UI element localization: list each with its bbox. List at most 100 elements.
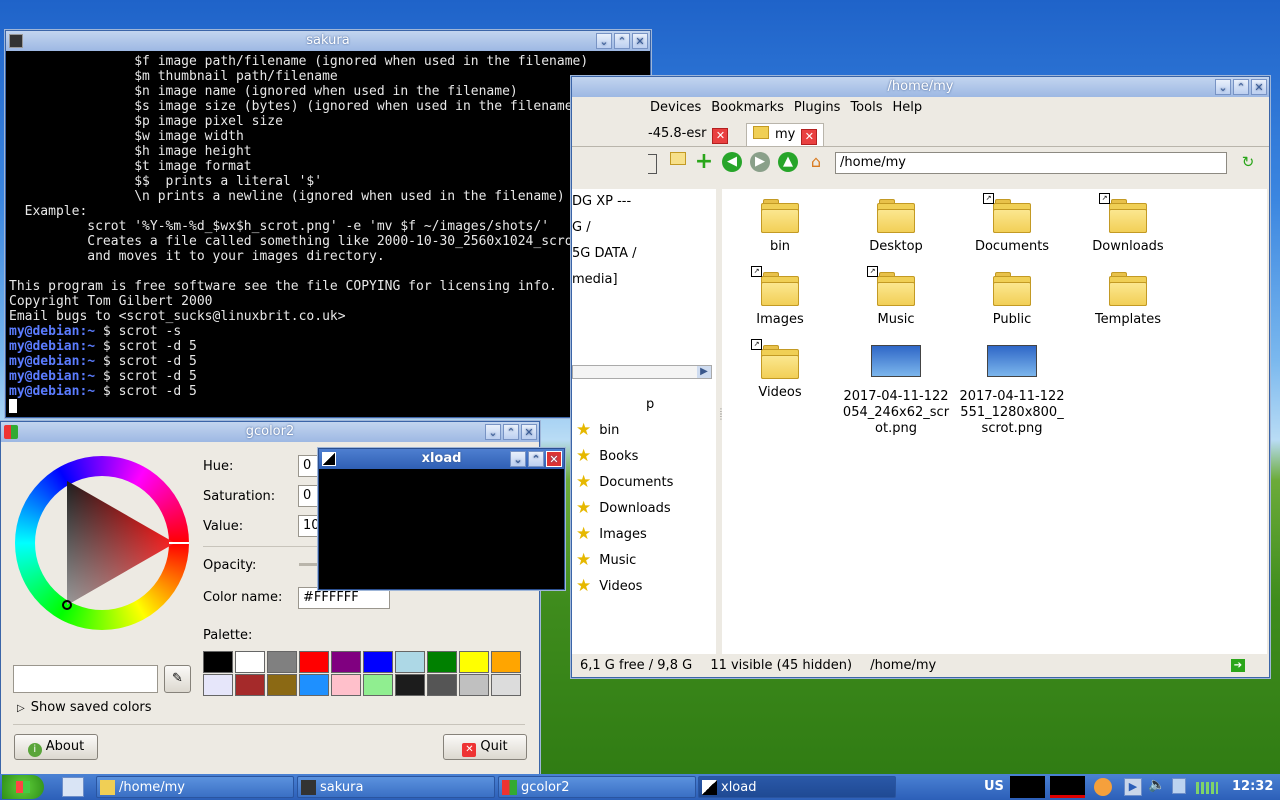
folder-item[interactable]: bin <box>725 199 835 255</box>
palette-swatch[interactable] <box>427 651 457 673</box>
start-button[interactable] <box>2 775 44 799</box>
path-input[interactable]: /home/my <box>835 152 1227 174</box>
palette-swatch[interactable] <box>203 674 233 696</box>
bookmark-videos[interactable]: ★ Videos <box>576 578 642 595</box>
menu-bookmarks[interactable]: Bookmarks <box>711 100 784 120</box>
file-view[interactable]: bin Desktop ↗ Documents ↗ Downloads ↗ Images ↗ Mu… <box>722 189 1267 654</box>
file-item[interactable]: 2017-04-11-122 551_1280x800_ scrot.png <box>957 345 1067 437</box>
tab-my[interactable]: my ✕ <box>746 123 825 146</box>
pane-resize-handle[interactable]: ⋮ ⋮ <box>717 408 725 421</box>
opacity-slider[interactable] <box>299 563 319 566</box>
bookmark-bin[interactable]: ★ bin <box>576 422 619 439</box>
minimize-button[interactable]: ⌄ <box>1215 79 1231 95</box>
add-icon[interactable]: + <box>694 151 714 173</box>
back-icon[interactable]: ◀ <box>722 152 742 172</box>
device-item[interactable]: G / <box>572 220 591 235</box>
volume-icon[interactable]: 🔈 <box>1148 777 1165 793</box>
bookmark-documents[interactable]: ★ Documents <box>576 474 673 491</box>
palette-swatch[interactable] <box>299 674 329 696</box>
bookmark-images[interactable]: ★ Images <box>576 526 647 543</box>
palette-swatch[interactable] <box>459 651 489 673</box>
close-button[interactable]: ✕ <box>632 33 648 49</box>
folder-item[interactable]: Desktop <box>841 199 951 255</box>
close-tab-icon[interactable]: ✕ <box>712 128 729 144</box>
close-tab-icon[interactable]: ✕ <box>801 129 818 145</box>
network-icon[interactable] <box>1172 778 1186 794</box>
terminal-output[interactable]: $f image path/filename (ignored when use… <box>6 52 650 417</box>
xload-titlebar[interactable]: xload ⌄ ⌃ ✕ <box>319 449 564 469</box>
gcolor-titlebar[interactable]: gcolor2 ⌄ ⌃ ✕ <box>1 422 539 442</box>
palette-swatch[interactable] <box>459 674 489 696</box>
maximize-button[interactable]: ⌃ <box>528 451 544 467</box>
palette-swatch[interactable] <box>203 651 233 673</box>
minimize-button[interactable]: ⌄ <box>485 424 501 440</box>
new-folder-icon[interactable] <box>668 152 688 172</box>
file-manager-titlebar[interactable]: /home/my ⌄ ⌃ ✕ <box>572 77 1269 97</box>
update-icon[interactable] <box>1094 778 1112 796</box>
taskbar-item-terminal[interactable]: sakura <box>297 776 495 798</box>
palette-swatch[interactable] <box>331 651 361 673</box>
folder-item[interactable]: Public <box>957 272 1067 328</box>
close-button[interactable]: ✕ <box>546 451 562 467</box>
eyedropper-button[interactable]: ✎ <box>164 665 191 693</box>
minimize-button[interactable]: ⌄ <box>596 33 612 49</box>
forward-icon[interactable]: ▶ <box>750 152 770 172</box>
color-wheel[interactable] <box>15 456 189 630</box>
menu-devices[interactable]: Devices <box>650 100 701 120</box>
taskbar-item-filemanager[interactable]: /home/my <box>96 776 294 798</box>
maximize-button[interactable]: ⌃ <box>503 424 519 440</box>
toggle-sidebar-button[interactable] <box>648 154 657 174</box>
terminal-window[interactable]: sakura ⌄ ⌃ ✕ $f image path/filename (ign… <box>5 30 651 418</box>
palette-swatch[interactable] <box>267 651 297 673</box>
terminal-titlebar[interactable]: sakura ⌄ ⌃ ✕ <box>6 31 650 51</box>
palette-swatch[interactable] <box>299 651 329 673</box>
sidebar-scrollbar[interactable]: ▶ <box>572 365 712 379</box>
menu-plugins[interactable]: Plugins <box>794 100 841 120</box>
minimize-button[interactable]: ⌄ <box>510 451 526 467</box>
media-player-icon[interactable]: ▶ <box>1124 778 1142 796</box>
menu-help[interactable]: Help <box>892 100 922 120</box>
close-button[interactable]: ✕ <box>1251 79 1267 95</box>
bookmark-books[interactable]: ★ Books <box>576 448 638 465</box>
bookmark-music[interactable]: ★ Music <box>576 552 636 569</box>
color-triangle[interactable] <box>15 456 189 630</box>
tab-esr[interactable]: -45.8-esr ✕ <box>642 123 734 146</box>
bookmark-downloads[interactable]: ★ Downloads <box>576 500 671 517</box>
palette-swatch[interactable] <box>395 674 425 696</box>
show-saved-toggle[interactable]: ▷ Show saved colors <box>17 700 152 715</box>
device-item[interactable]: 5G DATA / <box>572 246 636 261</box>
maximize-button[interactable]: ⌃ <box>614 33 630 49</box>
palette-swatch[interactable] <box>363 674 393 696</box>
close-button[interactable]: ✕ <box>521 424 537 440</box>
clock[interactable]: 12:32 <box>1232 779 1273 794</box>
taskbar-item-gcolor[interactable]: gcolor2 <box>498 776 696 798</box>
keyboard-layout[interactable]: US <box>984 779 1004 794</box>
home-icon[interactable]: ⌂ <box>806 152 826 172</box>
folder-item[interactable]: ↗ Music <box>841 266 951 328</box>
folder-item[interactable]: ↗ Documents <box>957 193 1067 255</box>
palette-swatch[interactable] <box>491 674 521 696</box>
taskbar-item-xload[interactable]: xload <box>698 776 896 798</box>
folder-item[interactable]: ↗ Downloads <box>1073 193 1183 255</box>
folder-item[interactable]: ↗ Videos <box>725 339 835 401</box>
show-desktop-icon[interactable] <box>62 777 84 797</box>
folder-item[interactable]: Templates <box>1073 272 1183 328</box>
palette-swatch[interactable] <box>235 674 265 696</box>
xload-window[interactable]: xload ⌄ ⌃ ✕ <box>318 448 565 590</box>
file-manager-window[interactable]: /home/my ⌄ ⌃ ✕ Devices Bookmarks Plugins… <box>571 76 1270 678</box>
status-arrow-icon[interactable]: ➔ <box>1231 659 1245 672</box>
quit-button[interactable]: ✕ Quit <box>443 734 527 760</box>
file-item[interactable]: 2017-04-11-122 054_246x62_scr ot.png <box>841 345 951 437</box>
about-button[interactable]: i About <box>14 734 98 760</box>
folder-item[interactable]: ↗ Images <box>725 266 835 328</box>
scroll-right-icon[interactable]: ▶ <box>697 366 711 378</box>
maximize-button[interactable]: ⌃ <box>1233 79 1249 95</box>
palette-swatch[interactable] <box>235 651 265 673</box>
palette-swatch[interactable] <box>491 651 521 673</box>
palette-swatch[interactable] <box>427 674 457 696</box>
palette-swatch[interactable] <box>331 674 361 696</box>
refresh-icon[interactable]: ↻ <box>1238 152 1258 172</box>
up-icon[interactable]: ▲ <box>778 152 798 172</box>
palette-swatch[interactable] <box>267 674 297 696</box>
menu-tools[interactable]: Tools <box>850 100 882 120</box>
